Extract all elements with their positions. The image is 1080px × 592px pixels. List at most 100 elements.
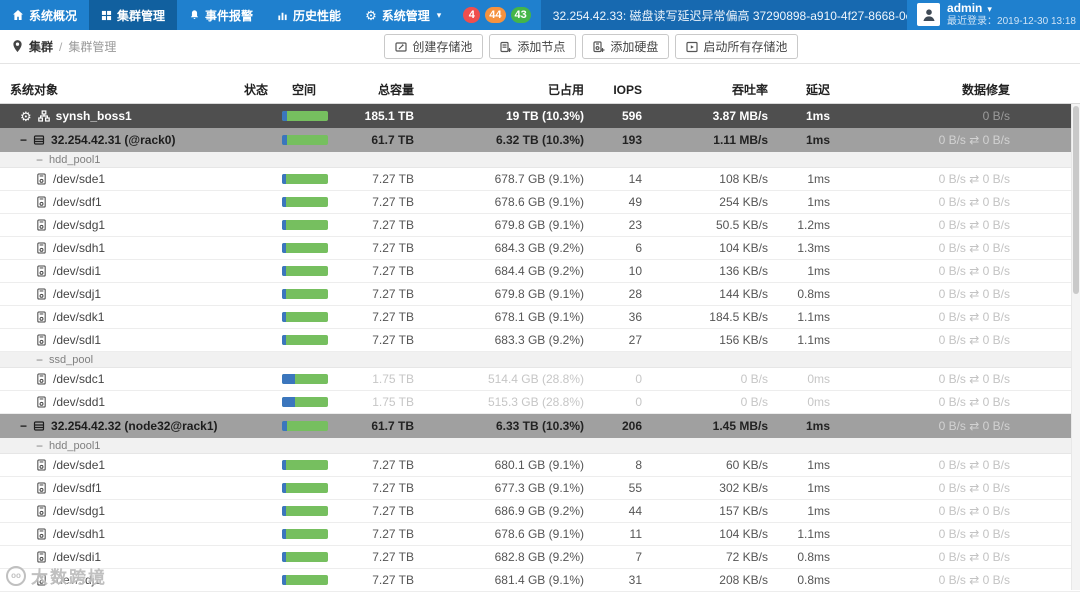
table-row-pool[interactable]: − ssd_pool — [0, 352, 1080, 368]
scrollbar-thumb[interactable] — [1073, 106, 1079, 294]
table-row-disk[interactable]: /dev/sdk1 7.27 TB 678.1 GB (9.1%) 36 184.5 K… — [0, 306, 1080, 329]
disk-icon — [36, 551, 47, 563]
table-row-disk[interactable]: /dev/sdh1 7.27 TB 684.3 GB (9.2%) 6 104 KB/s… — [0, 237, 1080, 260]
space-cell — [278, 374, 350, 384]
total-capacity-cell: 7.27 TB — [372, 333, 414, 347]
table-row-disk[interactable]: /dev/sdh1 7.27 TB 678.6 GB (9.1%) 11 104 KB/… — [0, 523, 1080, 546]
table-row-disk[interactable]: /dev/sdg1 7.27 TB 686.9 GB (9.2%) 44 157 KB/… — [0, 500, 1080, 523]
data-repair-cell: 0 B/s ⇄ 0 B/s — [938, 333, 1010, 347]
critical-alert-badge[interactable]: 4 — [463, 7, 481, 23]
throughput-cell: 184.5 KB/s — [709, 310, 768, 324]
space-cell — [278, 312, 350, 322]
collapse-icon[interactable]: − — [36, 154, 43, 166]
table-row-pool[interactable]: − hdd_pool1 — [0, 152, 1080, 168]
table-row-disk[interactable]: /dev/sdf1 7.27 TB 677.3 GB (9.1%) 55 302 KB/… — [0, 477, 1080, 500]
iops-cell: 36 — [628, 310, 642, 324]
table-row-disk[interactable]: /dev/sdf1 7.27 TB 678.6 GB (9.1%) 49 254 KB/… — [0, 191, 1080, 214]
latency-cell: 1.1ms — [797, 527, 830, 541]
table-row-disk[interactable]: /dev/sdj1 7.27 TB 679.8 GB (9.1%) 28 144 KB/… — [0, 283, 1080, 306]
object-name-cell: /dev/sde1 — [0, 172, 238, 186]
throughput-cell: 104 KB/s — [719, 527, 768, 541]
collapse-icon[interactable]: − — [20, 420, 27, 432]
user-menu[interactable]: admin ▾ 最近登录：2019-12-30 13:18 — [917, 2, 1080, 27]
gear-icon[interactable]: ⚙ — [20, 110, 32, 123]
table-header: 系统对象 状态 空间 总容量 已占用 IOPS 吞吐率 延迟 数据修复 — [0, 76, 1080, 104]
disk-icon — [36, 334, 47, 346]
object-name-cell: /dev/sdj1 — [0, 573, 238, 587]
table-row-disk[interactable]: /dev/sdi1 7.27 TB 684.4 GB (9.2%) 10 136 KB/… — [0, 260, 1080, 283]
used-cell: 679.8 GB (9.1%) — [494, 287, 584, 301]
vertical-scrollbar[interactable] — [1071, 104, 1080, 590]
total-capacity-cell: 61.7 TB — [371, 419, 414, 433]
space-cell — [278, 111, 350, 121]
used-cell: 684.3 GB (9.2%) — [494, 241, 584, 255]
throughput-cell: 208 KB/s — [719, 573, 768, 587]
nav-item-event-alarms[interactable]: 事件报警 — [177, 0, 265, 30]
nav-item-cluster-management[interactable]: 集群管理 — [89, 0, 178, 30]
last-login-label: 最近登录： — [947, 16, 998, 28]
object-name: 32.254.42.32 (node32@rack1) — [51, 419, 218, 433]
data-repair-cell: 0 B/s ⇄ 0 B/s — [938, 481, 1010, 495]
object-name-cell: /dev/sdg1 — [0, 504, 238, 518]
usage-bar — [282, 243, 328, 253]
nav-item-historical-performance[interactable]: 历史性能 — [265, 0, 353, 30]
usage-bar — [282, 135, 328, 145]
col-data-repair: 数据修复 — [961, 83, 1010, 97]
notification-text: 32.254.42.33: 磁盘读写延迟异常偏高 37290898-a910-4… — [552, 8, 907, 23]
table-row-node[interactable]: − 32.254.42.32 (node32@rack1) 61.7 TB 6.33 … — [0, 414, 1080, 438]
table-row-disk[interactable]: /dev/sdd1 1.75 TB 515.3 GB (28.8%) 0 0 B/s 0m… — [0, 391, 1080, 414]
table-row-disk[interactable]: /dev/sdj1 7.27 TB 681.4 GB (9.1%) 31 208 KB/… — [0, 569, 1080, 592]
nav-item-system-overview[interactable]: 系统概况 — [0, 0, 89, 30]
data-repair-cell: 0 B/s ⇄ 0 B/s — [938, 264, 1010, 278]
breadcrumb-separator: / — [59, 39, 63, 54]
table-row-pool[interactable]: − hdd_pool1 — [0, 438, 1080, 454]
disk-icon — [36, 173, 47, 185]
add-node-button[interactable]: 添加节点 — [489, 34, 577, 59]
object-name: synsh_boss1 — [55, 109, 132, 123]
total-capacity-cell: 7.27 TB — [372, 310, 414, 324]
latency-cell: 1ms — [805, 419, 830, 433]
total-capacity-cell: 7.27 TB — [372, 264, 414, 278]
table-row-disk[interactable]: /dev/sde1 7.27 TB 680.1 GB (9.1%) 8 60 KB/s 1… — [0, 454, 1080, 477]
data-repair-cell: 0 B/s ⇄ 0 B/s — [938, 550, 1010, 564]
total-capacity-cell: 7.27 TB — [372, 287, 414, 301]
usage-bar — [282, 374, 328, 384]
total-capacity-cell: 7.27 TB — [372, 458, 414, 472]
start-all-storage-pools-button[interactable]: 启动所有存储池 — [675, 34, 799, 59]
collapse-icon[interactable]: − — [36, 354, 43, 366]
add-disk-button[interactable]: 添加硬盘 — [582, 34, 670, 59]
latency-cell: 1.1ms — [797, 310, 830, 324]
data-repair-cell: 0 B/s ⇄ 0 B/s — [938, 573, 1010, 587]
table-row-node[interactable]: − 32.254.42.31 (@rack0) 61.7 TB 6.32 TB (10… — [0, 128, 1080, 152]
space-cell — [278, 575, 350, 585]
table-row-disk[interactable]: /dev/sdg1 7.27 TB 679.8 GB (9.1%) 23 50.5 KB… — [0, 214, 1080, 237]
nav-item-system-management[interactable]: ⚙ 系统管理 ▾ — [353, 0, 453, 30]
space-cell — [278, 335, 350, 345]
latency-cell: 1.3ms — [797, 241, 830, 255]
table-row-disk[interactable]: /dev/sdi1 7.27 TB 682.8 GB (9.2%) 7 72 KB/s 0… — [0, 546, 1080, 569]
info-alert-badge[interactable]: 43 — [510, 7, 531, 23]
pool-name: hdd_pool1 — [49, 439, 101, 452]
notification-banner[interactable]: 32.254.42.33: 磁盘读写延迟异常偏高 37290898-a910-4… — [540, 0, 908, 30]
object-name: /dev/sde1 — [53, 172, 106, 186]
warning-alert-badge[interactable]: 44 — [485, 7, 506, 23]
collapse-icon[interactable]: − — [20, 134, 27, 146]
usage-bar — [282, 220, 328, 230]
create-storage-pool-button[interactable]: 创建存储池 — [384, 34, 484, 59]
object-name: /dev/sdl1 — [53, 333, 102, 347]
collapse-icon[interactable]: − — [36, 440, 43, 452]
object-name-cell: /dev/sdd1 — [0, 395, 238, 409]
usage-bar — [282, 335, 328, 345]
data-repair-cell: 0 B/s ⇄ 0 B/s — [938, 419, 1010, 433]
table-row-disk[interactable]: /dev/sdc1 1.75 TB 514.4 GB (28.8%) 0 0 B/s 0m… — [0, 368, 1080, 391]
iops-cell: 14 — [628, 172, 642, 186]
disk-icon — [36, 528, 47, 540]
throughput-cell: 108 KB/s — [719, 172, 768, 186]
table-row-disk[interactable]: /dev/sde1 7.27 TB 678.7 GB (9.1%) 14 108 KB/… — [0, 168, 1080, 191]
data-repair-cell: 0 B/s ⇄ 0 B/s — [938, 172, 1010, 186]
breadcrumb-section[interactable]: 集群 — [29, 38, 53, 55]
table-row-disk[interactable]: /dev/sdl1 7.27 TB 683.3 GB (9.2%) 27 156 KB/… — [0, 329, 1080, 352]
space-cell — [278, 197, 350, 207]
user-name-row: admin ▾ — [947, 2, 1076, 16]
table-row-cluster[interactable]: ⚙ synsh_boss1 185.1 TB 19 TB (10.3%) 596 3.87… — [0, 104, 1080, 128]
